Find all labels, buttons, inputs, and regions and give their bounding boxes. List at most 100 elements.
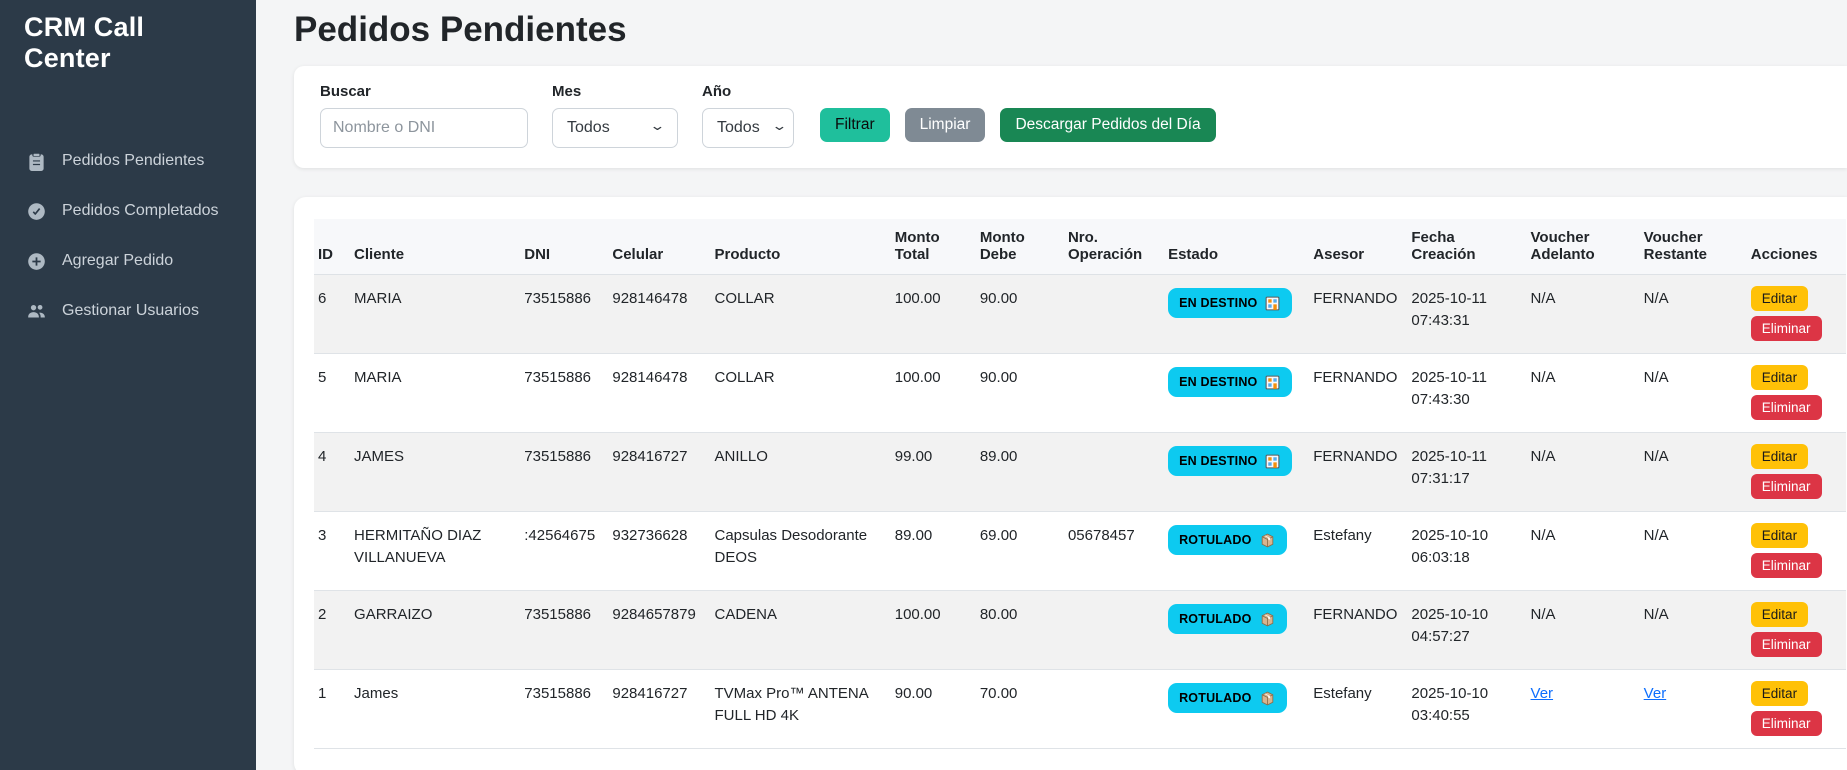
year-select[interactable]: Todos ⌄ — [702, 108, 794, 148]
cell-monto_debe: 89.00 — [980, 433, 1068, 512]
delete-button[interactable]: Eliminar — [1751, 316, 1822, 341]
cell-fecha_creacion: 2025-10-10 06:03:18 — [1411, 512, 1530, 591]
cell-acciones: Editar Eliminar — [1751, 354, 1846, 433]
cell-cliente: GARRAIZO — [354, 591, 524, 670]
cell-dni: 73515886 — [524, 354, 612, 433]
cell-id: 5 — [314, 354, 354, 433]
sidebar-item-label: Gestionar Usuarios — [62, 302, 199, 320]
filter-panel: Buscar Mes Todos ⌄ Año Todos ⌄ Filtrar L… — [294, 66, 1847, 168]
cell-monto_debe: 69.00 — [980, 512, 1068, 591]
year-select-value: Todos — [717, 119, 760, 137]
building-icon — [1264, 295, 1281, 312]
cell-estado: ROTULADO — [1168, 670, 1313, 749]
delete-button[interactable]: Eliminar — [1751, 474, 1822, 499]
status-badge: ROTULADO — [1168, 683, 1286, 713]
filter-button[interactable]: Filtrar — [820, 108, 890, 142]
cell-celular: 9284657879 — [612, 591, 714, 670]
cell-producto: TVMax Pro™ ANTENA FULL HD 4K — [715, 670, 895, 749]
cell-voucher_adelanto: N/A — [1531, 433, 1644, 512]
edit-button[interactable]: Editar — [1751, 444, 1808, 469]
column-header-monto_debe: Monto Debe — [980, 219, 1068, 275]
column-header-fecha_creacion: Fecha Creación — [1411, 219, 1530, 275]
cell-monto_total: 99.00 — [895, 433, 980, 512]
edit-button[interactable]: Editar — [1751, 286, 1808, 311]
page-title: Pedidos Pendientes — [294, 10, 1847, 50]
row-actions: Editar Eliminar — [1751, 286, 1838, 341]
voucher-restante-link[interactable]: Ver — [1644, 685, 1667, 702]
cell-fecha_creacion: 2025-10-10 03:40:55 — [1411, 670, 1530, 749]
cell-id: 3 — [314, 512, 354, 591]
sidebar-item-agregar-pedido[interactable]: Agregar Pedido — [0, 236, 256, 286]
cell-monto_debe: 70.00 — [980, 670, 1068, 749]
month-select-value: Todos — [567, 119, 610, 137]
table-row: 5MARIA73515886928146478COLLAR100.0090.00… — [314, 354, 1846, 433]
edit-button[interactable]: Editar — [1751, 602, 1808, 627]
year-field-group: Año Todos ⌄ — [702, 83, 794, 148]
cell-voucher_adelanto: N/A — [1531, 275, 1644, 354]
column-header-voucher_restante: Voucher Restante — [1644, 219, 1751, 275]
chevron-down-icon: ⌄ — [771, 118, 787, 134]
cell-cliente: James — [354, 670, 524, 749]
delete-button[interactable]: Eliminar — [1751, 711, 1822, 736]
status-badge-label: EN DESTINO — [1179, 452, 1257, 470]
cell-acciones: Editar Eliminar — [1751, 591, 1846, 670]
status-badge-label: ROTULADO — [1179, 531, 1251, 549]
delete-button[interactable]: Eliminar — [1751, 632, 1822, 657]
cell-estado: ROTULADO — [1168, 512, 1313, 591]
cell-acciones: Editar Eliminar — [1751, 670, 1846, 749]
package-icon — [1259, 532, 1276, 549]
month-label: Mes — [552, 83, 678, 100]
cell-producto: COLLAR — [715, 275, 895, 354]
edit-button[interactable]: Editar — [1751, 365, 1808, 390]
cell-producto: COLLAR — [715, 354, 895, 433]
cell-celular: 928146478 — [612, 354, 714, 433]
sidebar: CRM Call Center Pedidos PendientesPedido… — [0, 0, 256, 770]
column-header-celular: Celular — [612, 219, 714, 275]
cell-celular: 928146478 — [612, 275, 714, 354]
column-header-monto_total: Monto Total — [895, 219, 980, 275]
cell-dni: 73515886 — [524, 433, 612, 512]
cell-asesor: FERNANDO — [1313, 433, 1411, 512]
cell-fecha_creacion: 2025-10-11 07:31:17 — [1411, 433, 1530, 512]
cell-nro_operacion — [1068, 354, 1168, 433]
cell-celular: 928416727 — [612, 433, 714, 512]
cell-fecha_creacion: 2025-10-11 07:43:30 — [1411, 354, 1530, 433]
cell-id: 2 — [314, 591, 354, 670]
table-row: 2GARRAIZO735158869284657879CADENA100.008… — [314, 591, 1846, 670]
search-input[interactable] — [320, 108, 528, 148]
cell-voucher_restante: N/A — [1644, 512, 1751, 591]
orders-table-card: IDClienteDNICelularProductoMonto TotalMo… — [294, 197, 1847, 770]
cell-producto: CADENA — [715, 591, 895, 670]
cell-asesor: FERNANDO — [1313, 354, 1411, 433]
cell-id: 1 — [314, 670, 354, 749]
status-badge: ROTULADO — [1168, 525, 1286, 555]
cell-monto_debe: 80.00 — [980, 591, 1068, 670]
voucher-adelanto-link[interactable]: Ver — [1531, 685, 1554, 702]
cell-dni: 73515886 — [524, 591, 612, 670]
sidebar-item-gestionar-usuarios[interactable]: Gestionar Usuarios — [0, 286, 256, 336]
package-icon — [1259, 690, 1276, 707]
clear-button[interactable]: Limpiar — [905, 108, 986, 142]
column-header-estado: Estado — [1168, 219, 1313, 275]
delete-button[interactable]: Eliminar — [1751, 553, 1822, 578]
delete-button[interactable]: Eliminar — [1751, 395, 1822, 420]
month-select[interactable]: Todos ⌄ — [552, 108, 678, 148]
edit-button[interactable]: Editar — [1751, 681, 1808, 706]
cell-acciones: Editar Eliminar — [1751, 512, 1846, 591]
status-badge: EN DESTINO — [1168, 288, 1292, 318]
cell-monto_total: 100.00 — [895, 591, 980, 670]
edit-button[interactable]: Editar — [1751, 523, 1808, 548]
status-badge-label: ROTULADO — [1179, 689, 1251, 707]
cell-voucher_restante: N/A — [1644, 354, 1751, 433]
row-actions: Editar Eliminar — [1751, 602, 1838, 657]
cell-estado: EN DESTINO — [1168, 275, 1313, 354]
cell-voucher_restante: Ver — [1644, 670, 1751, 749]
cell-asesor: FERNANDO — [1313, 591, 1411, 670]
download-orders-button[interactable]: Descargar Pedidos del Día — [1000, 108, 1215, 142]
filter-buttons: Filtrar Limpiar Descargar Pedidos del Dí… — [818, 108, 1216, 142]
sidebar-item-pedidos-completados[interactable]: Pedidos Completados — [0, 186, 256, 236]
cell-producto: ANILLO — [715, 433, 895, 512]
status-badge: ROTULADO — [1168, 604, 1286, 634]
sidebar-item-pedidos-pendientes[interactable]: Pedidos Pendientes — [0, 136, 256, 186]
row-actions: Editar Eliminar — [1751, 444, 1838, 499]
